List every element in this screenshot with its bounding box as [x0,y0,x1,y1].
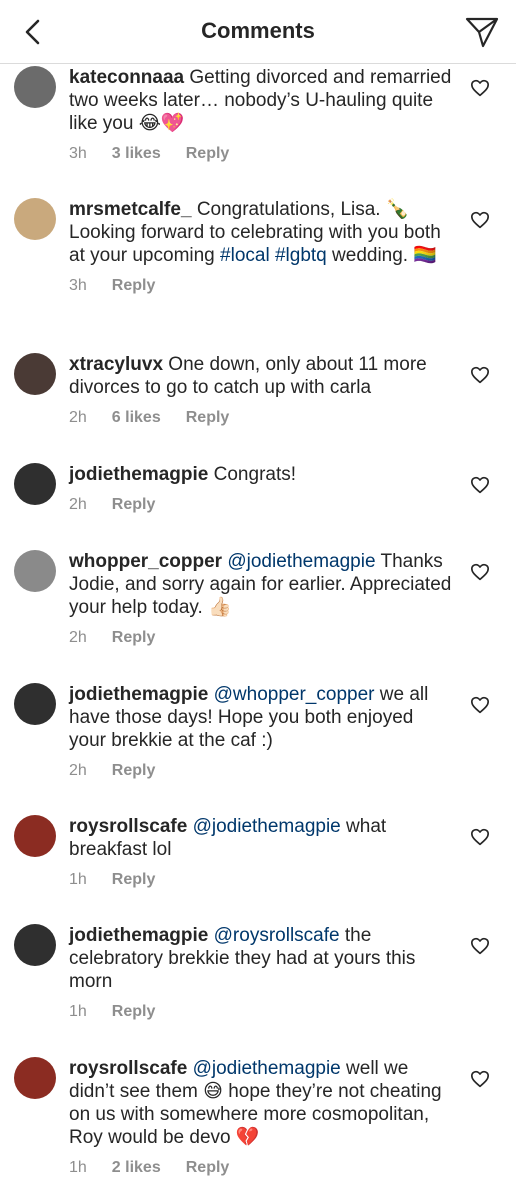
reply-button[interactable]: Reply [112,1003,156,1021]
comment-text: whopper_copper @jodiethemagpie Thanks Jo… [69,550,454,619]
comment-timestamp: 3h [69,145,87,162]
comment-timestamp: 3h [69,277,87,294]
avatar[interactable] [14,66,56,108]
comment-text: roysrollscafe @jodiethemagpie well we di… [69,1057,454,1149]
reply-button[interactable]: Reply [112,629,156,647]
comment-text: mrsmetcalfe_ Congratulations, Lisa. 🍾 Lo… [69,198,454,267]
comment-text: roysrollscafe @jodiethemagpie what break… [69,815,454,861]
comment-timestamp: 2h [69,762,87,779]
like-heart-icon[interactable] [470,79,490,97]
avatar[interactable] [14,815,56,857]
comment-timestamp: 1h [69,1159,87,1176]
comment-text: jodiethemagpie @roysrollscafe the celebr… [69,924,454,993]
reply-button[interactable]: Reply [112,871,156,889]
comment-text: jodiethemagpie Congrats! [69,463,454,486]
mention-link[interactable]: @jodiethemagpie [193,1058,341,1079]
comment-username[interactable]: jodiethemagpie [69,925,208,946]
page-title: Comments [201,18,315,43]
direct-message-button[interactable] [462,12,502,52]
reply-button[interactable]: Reply [112,496,156,514]
reply-button[interactable]: Reply [186,145,230,163]
like-heart-icon[interactable] [470,476,490,494]
comment-meta: 1h 2 likes Reply [69,1159,454,1177]
comment-username[interactable]: mrsmetcalfe_ [69,199,192,220]
like-heart-icon[interactable] [470,696,490,714]
comment-meta: 2h Reply [69,762,454,780]
comment-meta: 1h Reply [69,1003,454,1021]
like-heart-icon[interactable] [470,563,490,581]
avatar[interactable] [14,550,56,592]
reply-button[interactable]: Reply [112,762,156,780]
comment-username[interactable]: roysrollscafe [69,1058,187,1079]
avatar[interactable] [14,683,56,725]
comment-timestamp: 2h [69,496,87,513]
comment-meta: 2h 6 likes Reply [69,409,454,427]
like-heart-icon[interactable] [470,211,490,229]
comment-body-text: Congrats! [213,464,297,485]
reply-button[interactable]: Reply [186,1159,230,1177]
comment-text: xtracyluvx One down, only about 11 more … [69,353,454,399]
like-heart-icon[interactable] [470,366,490,384]
likes-count[interactable]: 6 likes [112,409,161,427]
reply-button[interactable]: Reply [112,277,156,295]
comment-username[interactable]: jodiethemagpie [69,464,208,485]
comment-username[interactable]: whopper_copper [69,551,222,572]
comment-meta: 2h Reply [69,629,454,647]
comment-timestamp: 1h [69,871,87,888]
avatar[interactable] [14,1057,56,1099]
like-heart-icon[interactable] [470,937,490,955]
mention-link[interactable]: @roysrollscafe [214,925,340,946]
comment-text: kateconnaaa Getting divorced and remarri… [69,66,454,135]
comment-timestamp: 2h [69,409,87,426]
comment-meta: 3h 3 likes Reply [69,145,454,163]
hashtag-link[interactable]: #lgbtq [275,245,327,266]
hashtag-link[interactable]: #local [220,245,270,266]
avatar[interactable] [14,924,56,966]
paper-plane-icon [465,17,499,48]
avatar[interactable] [14,353,56,395]
mention-link[interactable]: @jodiethemagpie [227,551,375,572]
avatar[interactable] [14,463,56,505]
comment-timestamp: 1h [69,1003,87,1020]
comment-username[interactable]: xtracyluvx [69,354,163,375]
comment-meta: 3h Reply [69,277,454,295]
comment-username[interactable]: kateconnaaa [69,67,184,88]
likes-count[interactable]: 2 likes [112,1159,161,1177]
comment-text: jodiethemagpie @whopper_copper we all ha… [69,683,454,752]
mention-link[interactable]: @jodiethemagpie [193,816,341,837]
mention-link[interactable]: @whopper_copper [214,684,375,705]
likes-count[interactable]: 3 likes [112,145,161,163]
comment-meta: 1h Reply [69,871,454,889]
comment-timestamp: 2h [69,629,87,646]
comment-username[interactable]: jodiethemagpie [69,684,208,705]
reply-button[interactable]: Reply [186,409,230,427]
header-bar: Comments [0,0,516,64]
comment-username[interactable]: roysrollscafe [69,816,187,837]
like-heart-icon[interactable] [470,1070,490,1088]
comment-meta: 2h Reply [69,496,454,514]
comment-body-text: wedding. 🏳️‍🌈 [326,245,438,266]
avatar[interactable] [14,198,56,240]
like-heart-icon[interactable] [470,828,490,846]
